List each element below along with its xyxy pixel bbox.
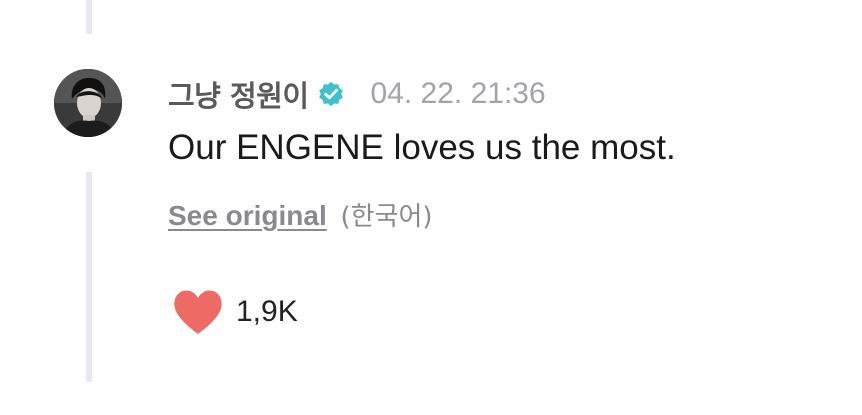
comment-body: Our ENGENE loves us the most. [168, 128, 676, 167]
see-original-link[interactable]: See original [168, 200, 327, 231]
like-section: 1,9K [172, 288, 298, 336]
like-count: 1,9K [236, 295, 298, 328]
translation-info: See original (한국어) [168, 196, 433, 233]
comment-header: 그냥 정원이 04. 22. 21:36 [168, 72, 546, 116]
author-name[interactable]: 그냥 정원이 [168, 73, 309, 115]
avatar[interactable] [54, 69, 122, 137]
avatar-photo [54, 69, 122, 137]
verified-badge-icon [318, 81, 343, 107]
comment-card: 그냥 정원이 04. 22. 21:36 Our ENGENE loves us… [0, 0, 862, 415]
timestamp: 04. 22. 21:36 [370, 77, 546, 110]
thread-line [86, 0, 92, 34]
thread-line [86, 172, 92, 382]
heart-icon[interactable] [172, 288, 224, 336]
source-language: (한국어) [340, 202, 433, 232]
